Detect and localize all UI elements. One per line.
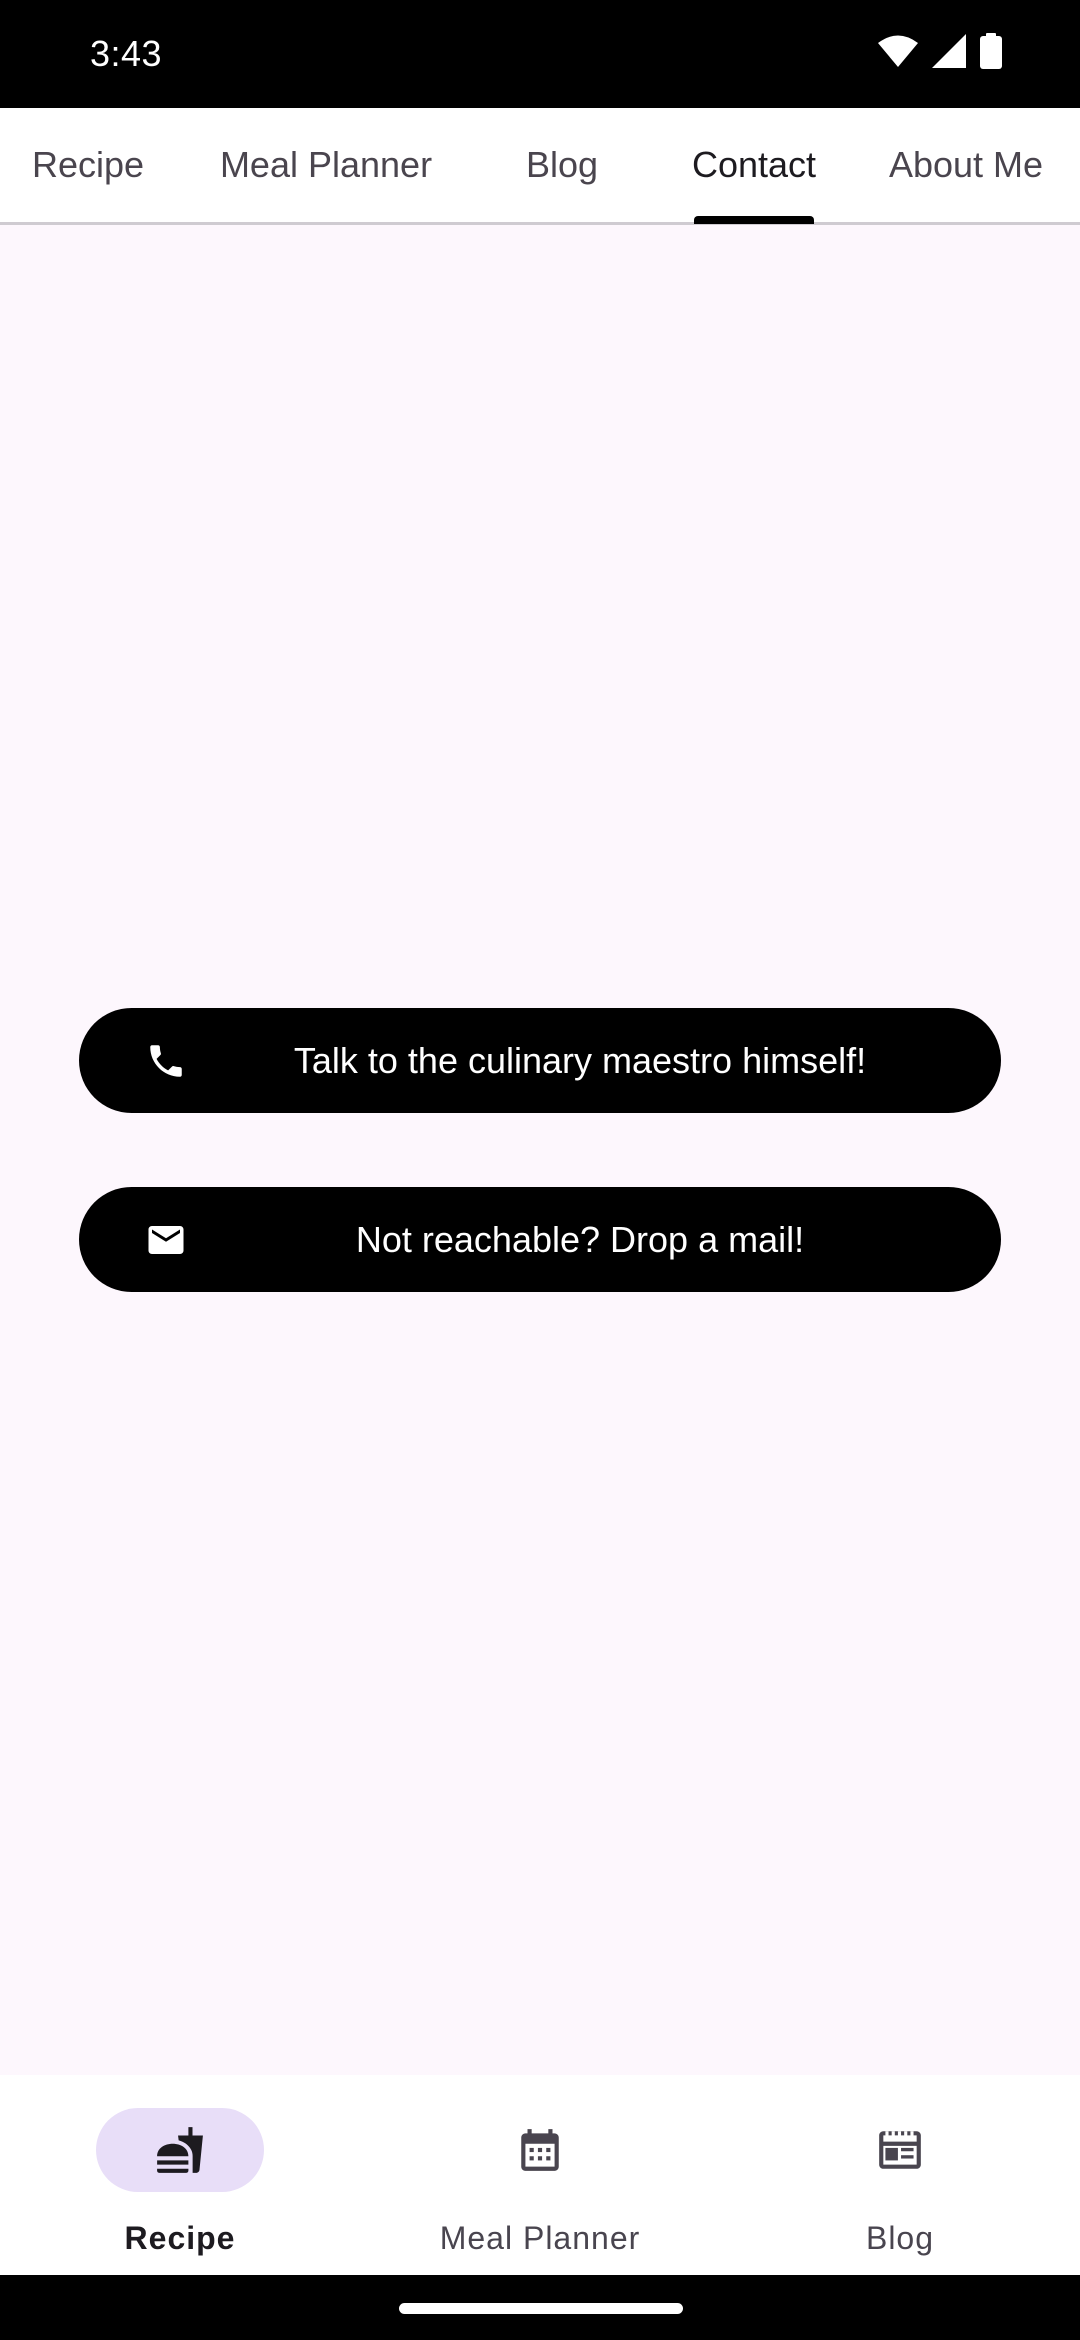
call-button-label: Talk to the culinary maestro himself! [293, 1039, 867, 1081]
tab-meal-planner[interactable]: Meal Planner [176, 108, 476, 222]
call-button[interactable]: Talk to the culinary maestro himself! [79, 1008, 1001, 1113]
nav-label-recipe: Recipe [124, 2220, 236, 2256]
newspaper-icon [875, 2125, 925, 2175]
system-gesture-area [0, 2275, 1080, 2340]
tab-blog[interactable]: Blog [476, 108, 648, 222]
calendar-icon [515, 2125, 565, 2175]
phone-icon [145, 1040, 187, 1082]
signal-icon [932, 33, 966, 73]
nav-label-meal-planner: Meal Planner [439, 2220, 641, 2256]
bottom-navigation: Recipe Meal Planner Blog [0, 2075, 1080, 2275]
tab-about-me[interactable]: About Me [860, 108, 1072, 222]
nav-item-meal-planner[interactable]: Meal Planner [360, 2075, 720, 2275]
battery-icon [980, 32, 1002, 74]
status-bar: 3:43 [0, 0, 1080, 108]
active-tab-indicator [694, 216, 814, 224]
tab-contact[interactable]: Contact [648, 108, 860, 222]
contact-content: Talk to the culinary maestro himself! No… [0, 225, 1080, 2075]
mail-button-label: Not reachable? Drop a mail! [355, 1218, 805, 1260]
nav-item-blog[interactable]: Blog [720, 2075, 1080, 2275]
status-time: 3:43 [90, 33, 163, 74]
nav-label-blog: Blog [865, 2220, 935, 2256]
top-tab-bar: Recipe Meal Planner Blog Contact About M… [0, 108, 1080, 225]
home-gesture-handle[interactable] [399, 2303, 683, 2314]
nav-item-recipe[interactable]: Recipe [0, 2075, 360, 2275]
wifi-icon [878, 34, 918, 73]
fastfood-icon [155, 2125, 205, 2175]
status-icons [878, 32, 1002, 74]
mail-icon [145, 1219, 187, 1261]
tab-recipe[interactable]: Recipe [0, 108, 176, 222]
mail-button[interactable]: Not reachable? Drop a mail! [79, 1187, 1001, 1292]
